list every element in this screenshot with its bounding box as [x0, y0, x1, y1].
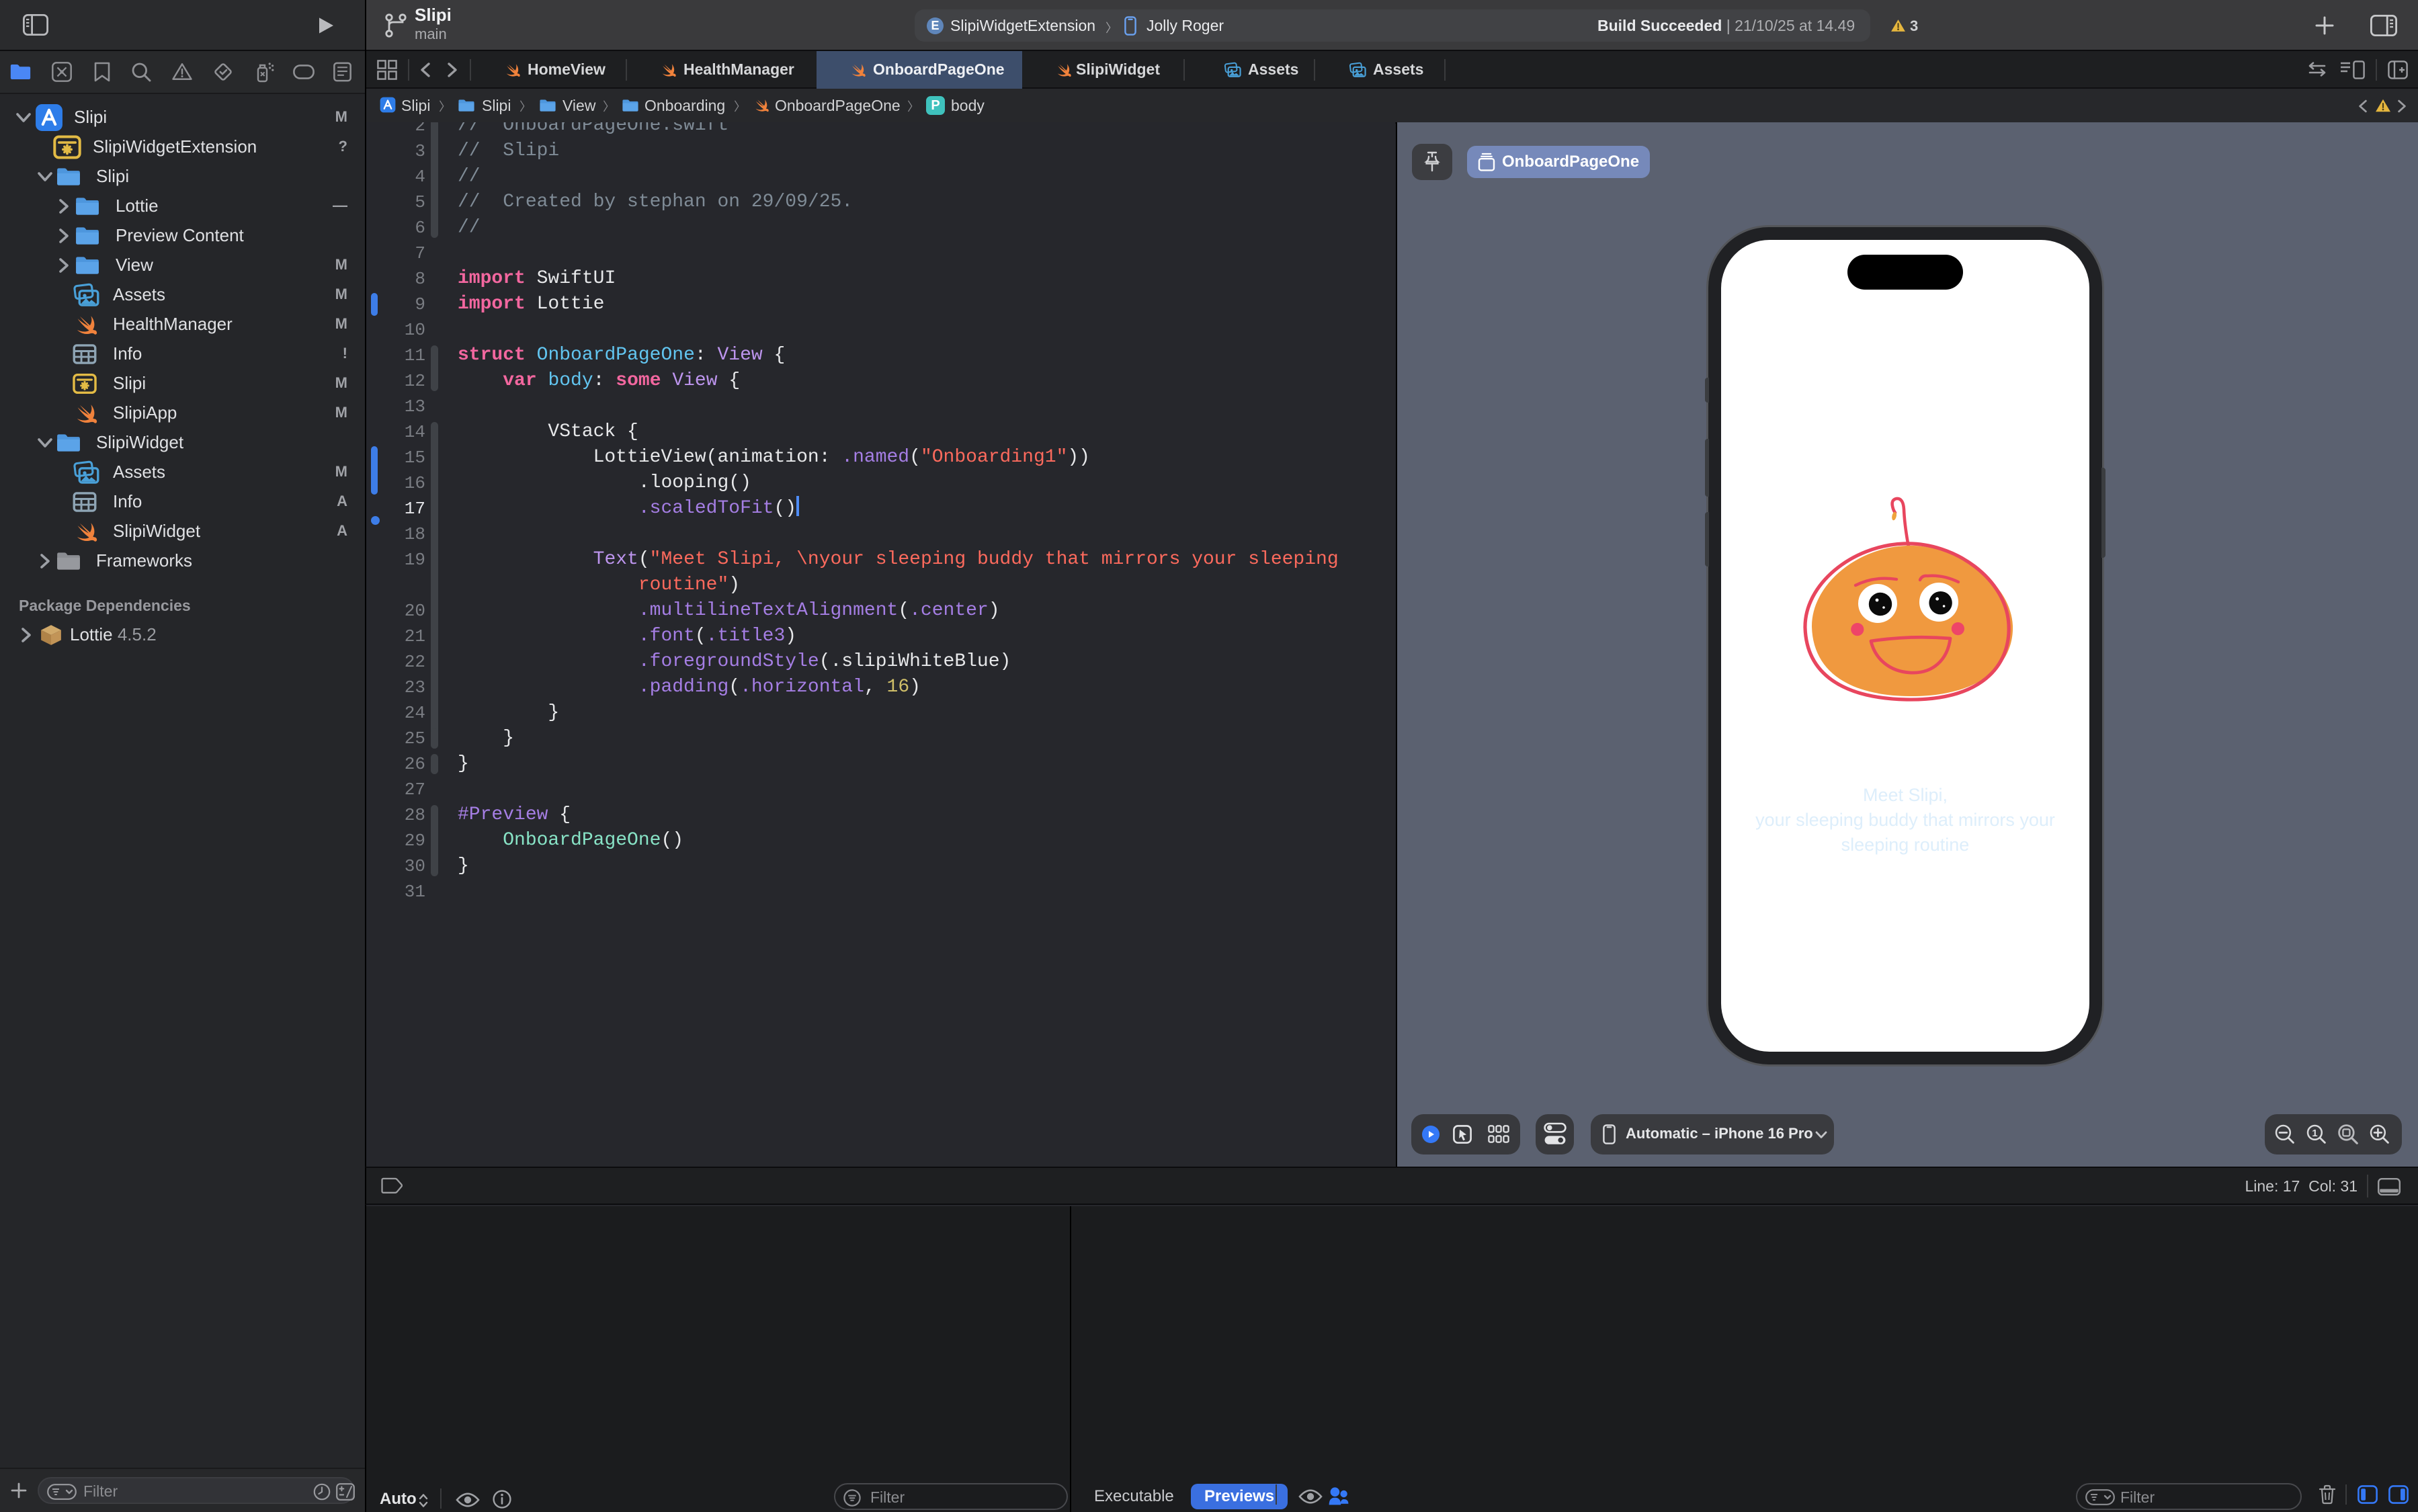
- svg-text:1: 1: [2312, 1128, 2317, 1139]
